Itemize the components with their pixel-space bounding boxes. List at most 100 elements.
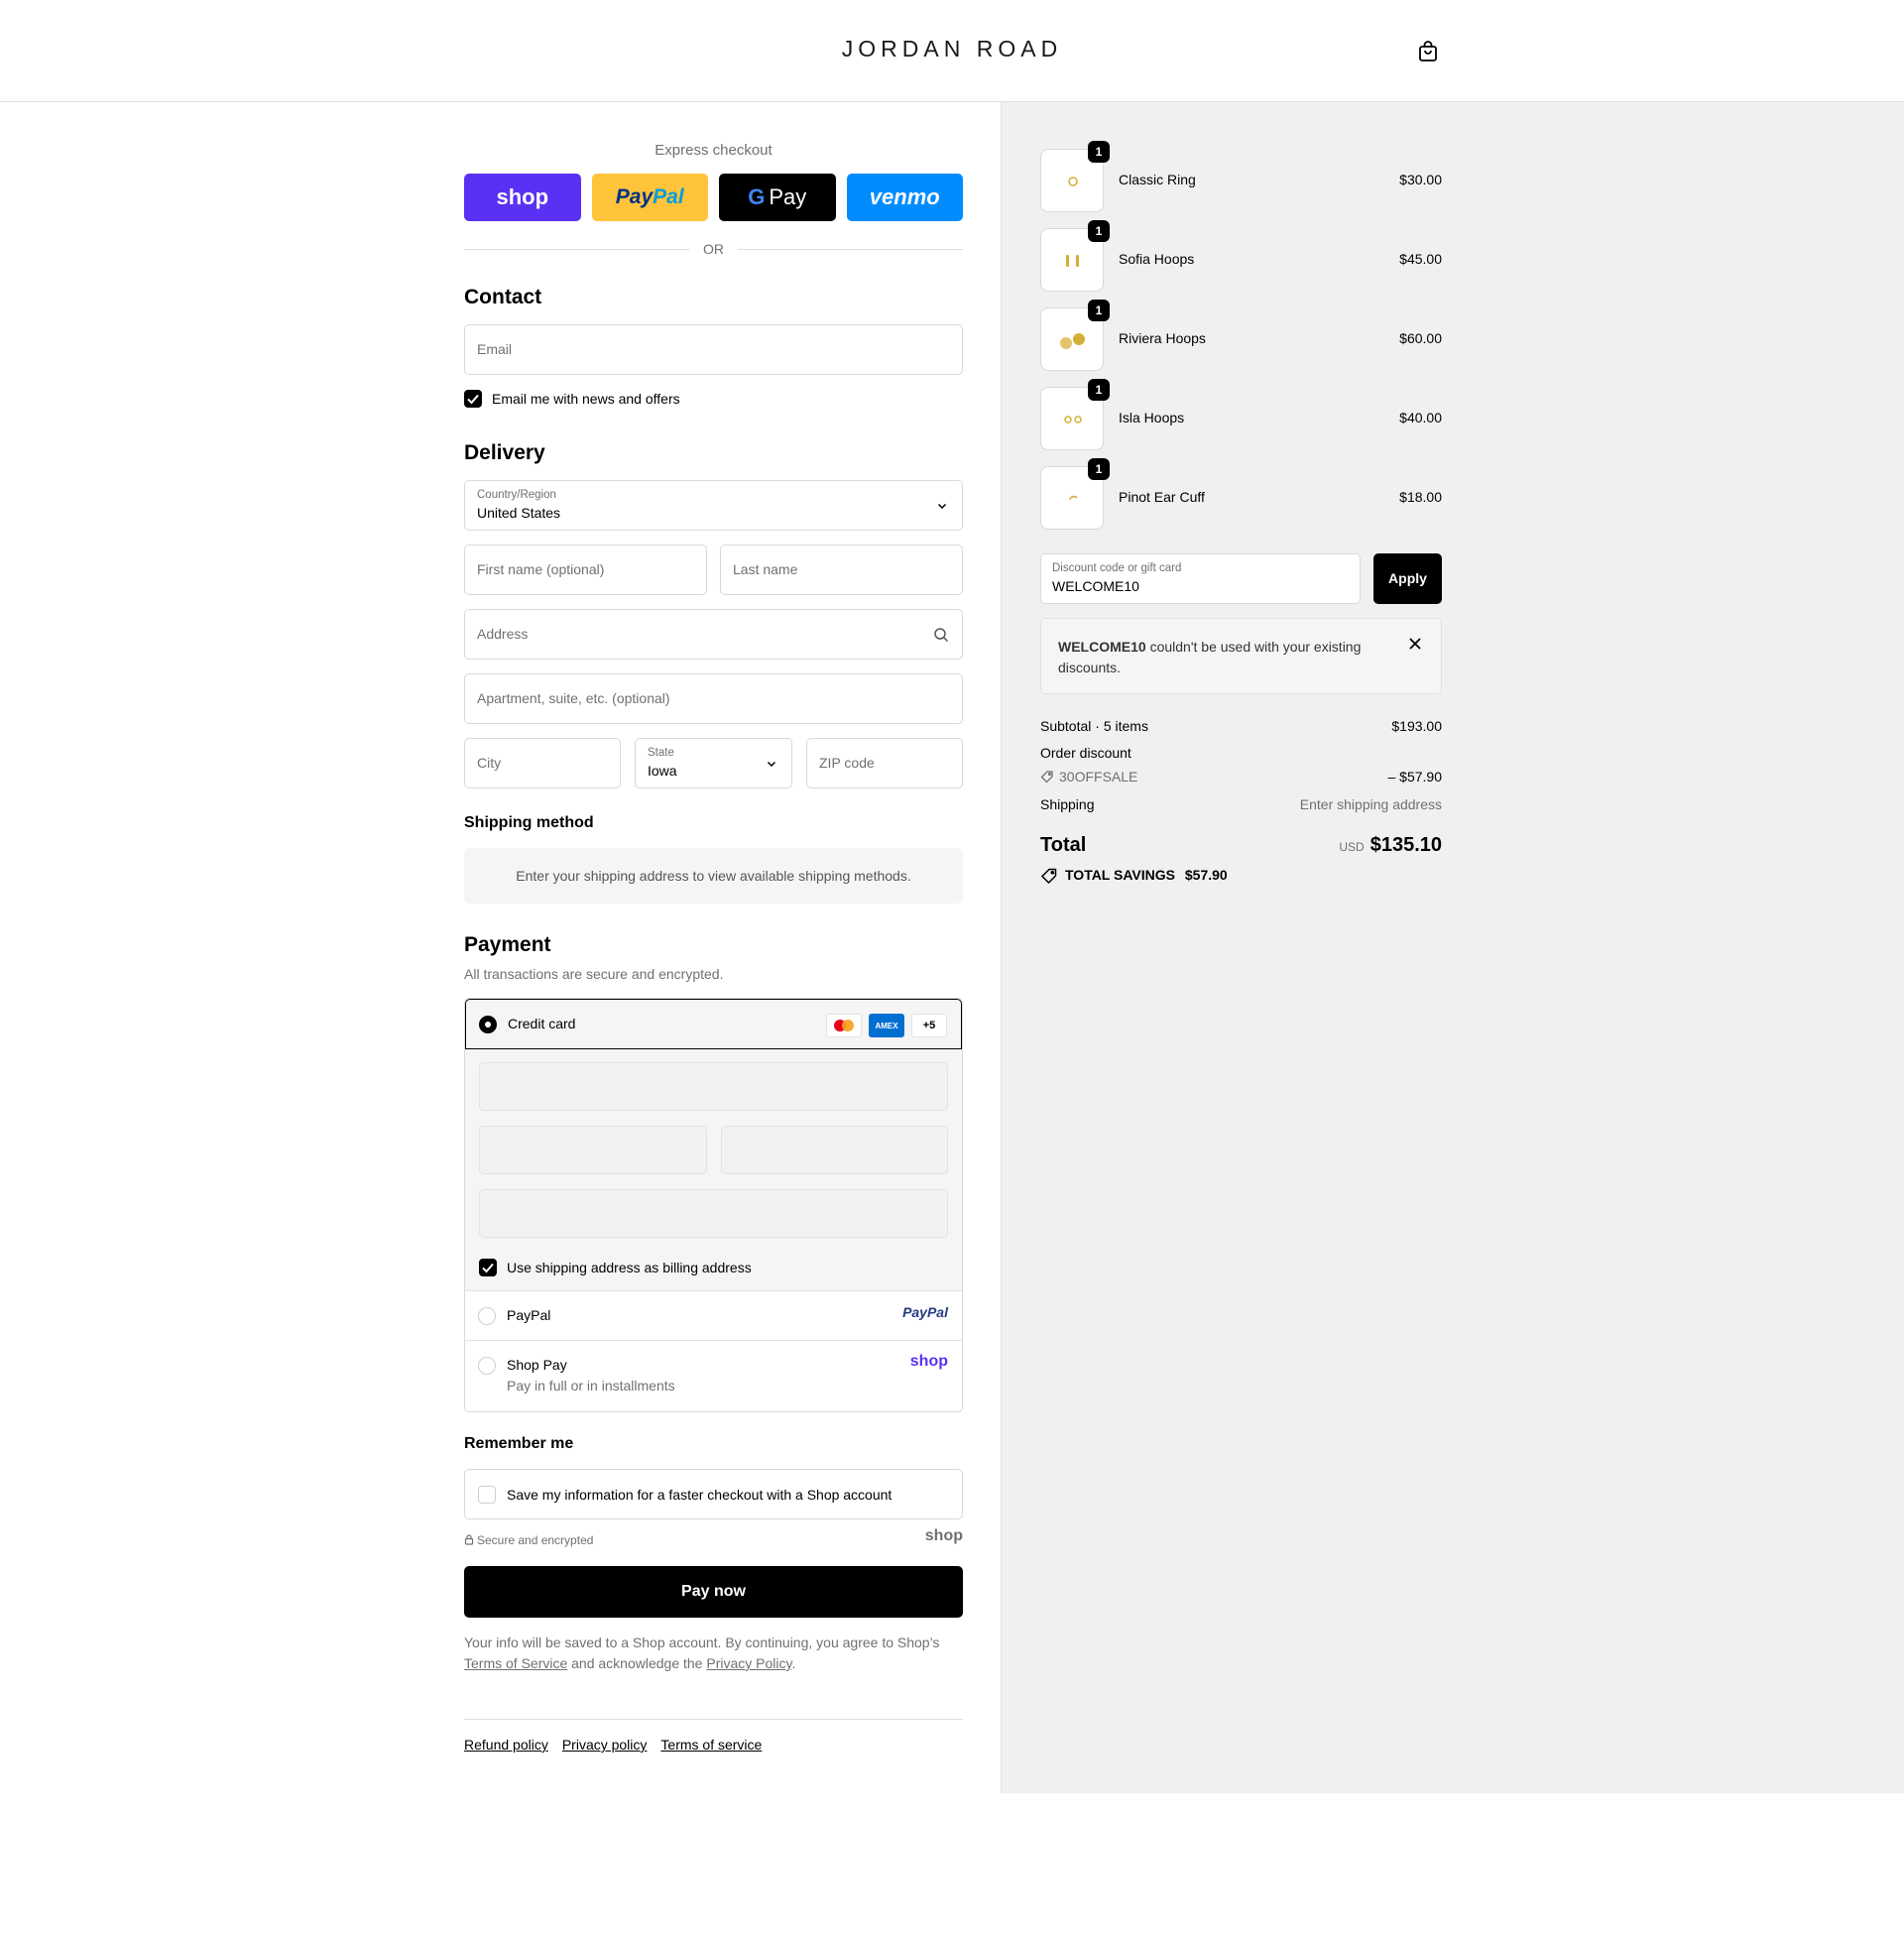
total-row: Total USD $135.10 [1040, 834, 1442, 862]
payment-subtitle: All transactions are secure and encrypte… [464, 966, 724, 982]
city-field[interactable]: City [464, 738, 621, 788]
contact-heading: Contact [464, 286, 542, 308]
line-item: 1 Isla Hoops $40.00 [1040, 379, 1442, 450]
credit-card-option[interactable]: Credit card AMEX +5 [465, 999, 962, 1049]
payment-heading: Payment [464, 933, 551, 956]
shop-terms-link[interactable]: Terms of Service [464, 1655, 567, 1671]
credit-card-label: Credit card [508, 1016, 576, 1031]
first-name-placeholder: First name (optional) [477, 561, 605, 577]
line-item: 1 Pinot Ear Cuff $18.00 [1040, 458, 1442, 530]
amex-icon: AMEX [869, 1014, 904, 1037]
apartment-placeholder: Apartment, suite, etc. (optional) [477, 690, 670, 706]
close-icon[interactable] [1408, 637, 1422, 651]
security-code-field[interactable] [721, 1126, 948, 1174]
order-summary: 1 Classic Ring $30.00 1 Sofia Hoops $45.… [1001, 102, 1904, 1793]
discount-code-row: 30OFFSALE – $57.90 [1040, 769, 1442, 785]
paypal-option[interactable]: PayPal PayPal [465, 1291, 962, 1341]
footer-links: Refund policy Privacy policy Terms of se… [464, 1737, 762, 1753]
store-logo[interactable]: JORDAN ROAD [0, 36, 1904, 62]
item-name: Sofia Hoops [1119, 251, 1195, 267]
quantity-badge: 1 [1088, 458, 1110, 480]
tag-icon [1040, 770, 1054, 784]
expiration-field[interactable] [479, 1126, 707, 1174]
legal-notice: Your info will be saved to a Shop accoun… [464, 1633, 963, 1674]
gpay-label: Pay [769, 184, 807, 209]
item-price: $45.00 [1399, 251, 1442, 267]
card-number-field[interactable] [479, 1062, 948, 1111]
or-label: OR [703, 241, 724, 257]
venmo-button[interactable]: venmo [846, 174, 963, 221]
line-item: 1 Classic Ring $30.00 [1040, 141, 1442, 212]
country-value: United States [477, 505, 561, 521]
item-name: Isla Hoops [1119, 410, 1185, 425]
total-label: Total [1040, 834, 1087, 856]
subtotal-row: Subtotal · 5 items $193.00 [1040, 718, 1442, 734]
item-name: Classic Ring [1119, 172, 1196, 187]
divider-line [738, 248, 963, 250]
shop-pay-radio[interactable] [478, 1357, 496, 1375]
shop-privacy-link[interactable]: Privacy Policy [706, 1655, 791, 1671]
save-info-option[interactable]: Save my information for a faster checkou… [464, 1469, 963, 1519]
discount-error-banner: WELCOME10 couldn't be used with your exi… [1040, 618, 1442, 694]
total-savings-row: TOTAL SAVINGS $57.90 [1040, 867, 1442, 885]
email-field[interactable]: Email [464, 324, 963, 375]
google-pay-button[interactable]: G Pay [719, 174, 836, 221]
state-select[interactable]: State Iowa [635, 738, 792, 788]
shipping-value: Enter shipping address [1299, 796, 1442, 812]
apartment-field[interactable]: Apartment, suite, etc. (optional) [464, 673, 963, 724]
search-icon [934, 628, 949, 643]
billing-same-checkbox[interactable] [479, 1259, 497, 1276]
checkout-header: JORDAN ROAD [0, 0, 1904, 102]
applied-discount-code: 30OFFSALE [1059, 769, 1138, 785]
discount-code-input[interactable]: Discount code or gift card WELCOME10 [1040, 553, 1361, 604]
paypal-radio[interactable] [478, 1307, 496, 1325]
pay-now-button[interactable]: Pay now [464, 1566, 963, 1618]
privacy-policy-link[interactable]: Privacy policy [562, 1737, 648, 1753]
secure-label: Secure and encrypted [477, 1533, 594, 1547]
terms-of-service-link[interactable]: Terms of service [660, 1737, 762, 1753]
paypal-option-label: PayPal [507, 1307, 551, 1323]
email-placeholder: Email [477, 341, 513, 357]
zip-field[interactable]: ZIP code [806, 738, 963, 788]
secure-note: Secure and encrypted [464, 1533, 593, 1547]
item-price: $60.00 [1399, 330, 1442, 346]
chevron-down-icon [767, 761, 776, 768]
shop-pay-option[interactable]: Shop Pay Pay in full or in installments … [465, 1341, 962, 1411]
save-info-checkbox[interactable] [478, 1486, 496, 1504]
country-select[interactable]: Country/Region United States [464, 480, 963, 531]
shipping-method-heading: Shipping method [464, 814, 594, 831]
or-divider: OR [464, 239, 963, 259]
item-name: Pinot Ear Cuff [1119, 489, 1205, 505]
order-discount-label: Order discount [1040, 745, 1131, 761]
paypal-button[interactable]: Pay Pal [591, 174, 708, 221]
total-amount: USD $135.10 [1339, 834, 1442, 857]
credit-card-radio[interactable] [479, 1016, 497, 1033]
legal-text: Your info will be saved to a Shop accoun… [464, 1634, 940, 1650]
apply-button[interactable]: Apply [1373, 553, 1442, 604]
address-field[interactable]: Address [464, 609, 963, 660]
delivery-heading: Delivery [464, 441, 545, 464]
billing-same-label: Use shipping address as billing address [507, 1260, 752, 1275]
refund-policy-link[interactable]: Refund policy [464, 1737, 548, 1753]
zip-placeholder: ZIP code [819, 755, 875, 771]
item-price: $40.00 [1399, 410, 1442, 425]
subtotal-label: Subtotal · 5 items [1040, 718, 1148, 734]
quantity-badge: 1 [1088, 379, 1110, 401]
express-checkout-label: Express checkout [654, 142, 773, 159]
shipping-label: Shipping [1040, 796, 1095, 812]
first-name-field[interactable]: First name (optional) [464, 545, 707, 595]
legal-text: and acknowledge the [567, 1655, 707, 1671]
cart-icon[interactable] [1416, 40, 1440, 63]
state-label: State [648, 747, 674, 759]
shop-pay-button[interactable]: shop [464, 174, 581, 221]
last-name-field[interactable]: Last name [720, 545, 963, 595]
quantity-badge: 1 [1088, 220, 1110, 242]
item-price: $30.00 [1399, 172, 1442, 187]
line-item: 1 Riviera Hoops $60.00 [1040, 300, 1442, 371]
news-checkbox[interactable] [464, 390, 482, 408]
name-on-card-field[interactable] [479, 1189, 948, 1238]
item-price: $18.00 [1399, 489, 1442, 505]
chevron-down-icon [937, 503, 947, 510]
shipping-row: Shipping Enter shipping address [1040, 796, 1442, 812]
shop-pay-logo: shop [909, 1353, 948, 1370]
